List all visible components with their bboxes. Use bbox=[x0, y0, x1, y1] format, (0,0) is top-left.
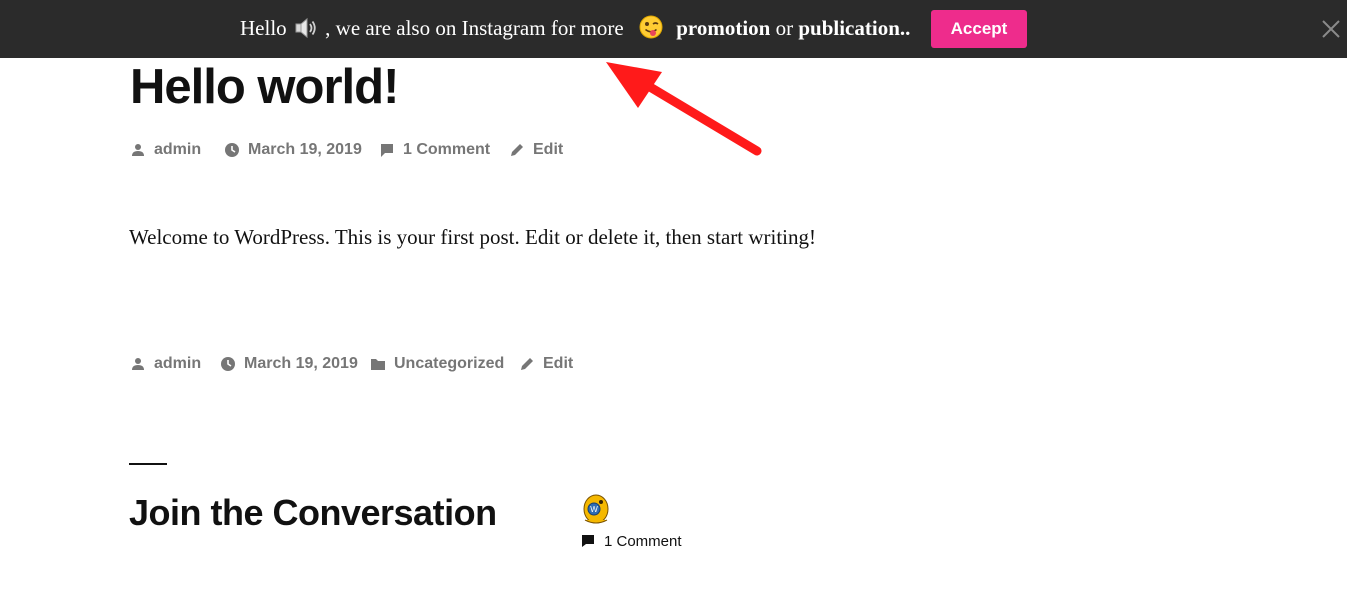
notice-bold-promotion: promotion bbox=[676, 16, 771, 40]
post-title: Hello world! bbox=[130, 60, 399, 114]
meta-category[interactable]: Uncategorized bbox=[370, 353, 504, 375]
meta-author-bottom-label: admin bbox=[154, 355, 202, 372]
meta-date-bottom-label: March 19, 2019 bbox=[244, 355, 358, 372]
meta-category-label: Uncategorized bbox=[394, 355, 505, 372]
meta-edit-bottom[interactable]: Edit bbox=[519, 353, 573, 375]
meta-date-label: March 19, 2019 bbox=[248, 141, 362, 158]
wapuu-avatar-icon: W bbox=[583, 494, 609, 524]
meta-edit-label: Edit bbox=[533, 141, 564, 158]
meta-date[interactable]: March 19, 2019 bbox=[224, 139, 362, 161]
pencil-icon bbox=[511, 144, 523, 156]
notice-hello: Hello bbox=[240, 16, 287, 40]
meta-author-label: admin bbox=[154, 141, 202, 158]
section-divider bbox=[129, 463, 167, 465]
meta-author-bottom[interactable]: admin bbox=[130, 353, 201, 375]
clock-icon bbox=[225, 143, 239, 157]
notification-text: Hello , we are also on Instagram for mor… bbox=[240, 13, 910, 43]
post-meta-top: admin March 19, 2019 1 Comment Edit bbox=[130, 139, 590, 161]
post-content: Welcome to WordPress. This is your first… bbox=[129, 225, 816, 249]
person-icon bbox=[132, 144, 144, 156]
comment-icon bbox=[381, 144, 393, 157]
accept-button[interactable]: Accept bbox=[931, 10, 1027, 48]
meta-edit[interactable]: Edit bbox=[509, 139, 563, 161]
meta-author[interactable]: admin bbox=[130, 139, 201, 161]
comment-count[interactable]: 1 Comment bbox=[581, 530, 682, 552]
comment-icon bbox=[582, 535, 594, 547]
annotation-arrow-icon bbox=[606, 62, 762, 156]
post-meta-bottom: admin March 19, 2019 Uncategorized Edit bbox=[130, 353, 600, 375]
person-icon bbox=[132, 358, 144, 370]
meta-comments[interactable]: 1 Comment bbox=[379, 139, 490, 161]
close-icon[interactable] bbox=[1319, 17, 1343, 41]
notice-middle: , we are also on Instagram for more bbox=[325, 16, 624, 40]
speaker-icon bbox=[295, 17, 316, 39]
winking-tongue-emoji-icon bbox=[639, 15, 663, 39]
comment-count-label: 1 Comment bbox=[604, 532, 682, 550]
meta-date-bottom[interactable]: March 19, 2019 bbox=[220, 353, 358, 375]
folder-icon bbox=[371, 359, 385, 370]
notice-bold-publication: publication.. bbox=[798, 16, 911, 40]
notification-bar: Hello , we are also on Instagram for mor… bbox=[0, 0, 1347, 58]
pencil-icon bbox=[521, 358, 533, 370]
clock-icon bbox=[221, 357, 235, 371]
conversation-title: Join the Conversation bbox=[129, 492, 497, 533]
svg-text:W: W bbox=[590, 505, 598, 514]
notice-or: or bbox=[775, 16, 794, 40]
meta-comments-label: 1 Comment bbox=[403, 141, 491, 158]
meta-edit-bottom-label: Edit bbox=[543, 355, 574, 372]
